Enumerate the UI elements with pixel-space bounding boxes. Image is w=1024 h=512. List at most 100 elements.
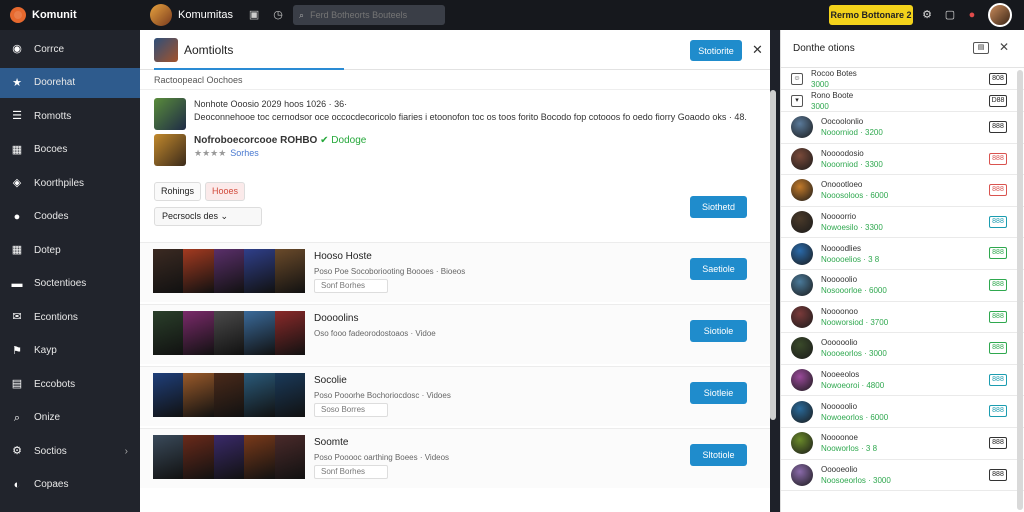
member-row[interactable]: Ooooeolio Noosoeorlos · 3000 888 [781,460,1024,492]
panel-layout-icon[interactable]: ▤ [973,42,989,54]
member-row[interactable]: Oooooolio Noooeorlos · 3000 888 [781,333,1024,365]
member-badge[interactable]: 888 [989,373,1007,386]
member-row[interactable]: Noooonoe Nooworlos · 3 8 888 [781,428,1024,460]
sidebar-item-label: Doorehat [34,77,76,88]
group-title[interactable]: Doooolins [314,313,358,324]
member-badge[interactable]: 808 [989,73,1007,85]
group-image-strip[interactable] [153,311,306,355]
member-row[interactable]: Oocoolonlio Nooorniod · 3200 888 [781,112,1024,144]
sidebar-item-12[interactable]: ⚙ Soctios › [0,436,140,466]
member-badge[interactable]: 888 [989,405,1007,418]
notification-icon[interactable]: ● [965,8,979,22]
sidebar-item-8[interactable]: ✉ Econtions [0,302,140,332]
sidebar-item-1[interactable]: ★ Doorehat [0,67,140,98]
member-row[interactable]: ▾ Rono Boote 3000 D88 [781,90,1024,112]
member-badge[interactable]: 888 [989,152,1007,165]
member-row[interactable]: Noooonoo Nooworsiod · 3700 888 [781,302,1024,334]
member-badge[interactable]: 888 [989,184,1007,197]
member-badge[interactable]: 888 [989,121,1007,133]
grid-icon: ▦ [11,244,23,256]
sidebar-item-5[interactable]: ● Coodes [0,202,140,232]
join-button-secondary[interactable]: Siothetd [690,196,747,218]
group-row[interactable]: Soomte Poso Pooooc oarthing Boees · Video… [140,428,770,488]
member-badge[interactable]: 888 [989,468,1007,481]
community-thumbnail [154,37,178,62]
member-row[interactable]: Nooeeolos Nowoeoroi · 4800 888 [781,365,1024,397]
member-name: Noooodosio [821,148,864,158]
close-icon[interactable]: ✕ [999,40,1009,54]
sidebar-item-4[interactable]: ◈ Koorthpiles [0,168,140,198]
sidebar-item-14[interactable]: ●Pabte [0,503,140,512]
group-image-strip[interactable] [153,249,306,293]
community-title[interactable]: Komumitas [150,4,233,26]
group-title[interactable]: Socolie [314,375,347,386]
group-row[interactable]: Doooolins Oso fooo fadeorodostoaos · Vido… [140,304,770,364]
sidebar-item-7[interactable]: ▬ Soctentioes [0,269,140,299]
group-join-button[interactable]: Sltotiole [690,444,747,466]
gear-icon: ⚙ [12,445,22,457]
post-avatar[interactable] [154,98,186,130]
filter-chip-ratings[interactable]: Rohings [154,182,202,201]
member-info: Ooooeolio Noosoeorlos · 3000 [821,464,891,486]
sidebar-item-2[interactable]: ☰ Romotts [0,101,140,131]
member-badge[interactable]: D88 [989,95,1007,107]
group-image-strip[interactable] [153,373,306,417]
sidebar-item-11[interactable]: ⌕ Onize [0,403,140,433]
member-row[interactable]: Nooooolio Nosooorloe · 6000 888 [781,270,1024,302]
sidebar-item-label: Bocoes [34,144,68,155]
group-link[interactable]: Soso Borres [314,403,388,417]
group-title[interactable]: Soomte [314,437,348,448]
member-row[interactable]: Noooorrio Nowoesilo · 3300 888 [781,207,1024,239]
member-row[interactable]: Noooodlies Nooooelios · 3 8 888 [781,238,1024,270]
main-scrollbar[interactable] [770,90,776,420]
search-box[interactable]: ⌕ [293,5,446,25]
member-avatar [791,242,813,265]
member-badge[interactable]: 888 [989,215,1007,228]
member-status: Nooorniod · 3300 [821,159,883,169]
member-badge[interactable]: 888 [989,310,1007,323]
sidebar-item-10[interactable]: ▤ Eccobots [0,369,140,399]
sidebar-item-0[interactable]: ◉ Corrce [0,34,140,64]
member-row[interactable]: Nooooolio Nowoeorlos · 6000 888 [781,396,1024,428]
sort-dropdown[interactable]: Pecrsocls des ⌄ [154,207,262,226]
post-avatar-2[interactable] [154,134,186,166]
member-badge[interactable]: 888 [989,247,1007,260]
group-row[interactable]: Hooso Hoste Poso Poe Socoboriooting Boooe… [140,242,770,302]
clock-icon[interactable]: ◷ [271,8,285,22]
search-input[interactable] [310,10,431,20]
group-join-button[interactable]: Siotleie [690,382,747,404]
member-row[interactable]: Noooodosio Nooorniod · 3300 888 [781,144,1024,176]
group-title[interactable]: Hooso Hoste [314,251,372,262]
right-scrollbar[interactable] [1017,70,1023,510]
member-status: Noooeorlos · 3000 [821,349,887,359]
sidebar-item-3[interactable]: ▦ Bocoes [0,135,140,165]
join-button[interactable]: Stotiorite [690,40,742,61]
member-row[interactable]: Onoootloeo Nooosoloos · 6000 888 [781,175,1024,207]
logo-icon [10,7,26,23]
primary-cta-button[interactable]: Rermo Bottonare 2 [829,5,913,25]
group-image-strip[interactable] [153,435,306,479]
chevron-right-icon: › [124,445,128,457]
close-icon[interactable]: ✕ [752,42,763,58]
sidebar-item-9[interactable]: ⚑ Kayp [0,336,140,366]
member-badge[interactable]: 888 [989,278,1007,291]
subheading: Ractoopeacl Oochoes [140,70,770,90]
sidebar-item-13[interactable]: ◐ Copaes [0,470,140,500]
filter-chip-hot[interactable]: Hooes [205,182,246,201]
user-avatar[interactable] [988,3,1012,27]
member-row[interactable]: ☺ Rocoo Botes 3000 808 [781,68,1024,90]
sidebar-item-label: Soctios [34,445,67,457]
member-badge[interactable]: 888 [989,342,1007,355]
window-icon[interactable]: ▢ [943,8,957,22]
group-row[interactable]: Socolie Poso Pooorhe Bochoriocdosc · Vido… [140,366,770,426]
member-badge[interactable]: 888 [989,436,1007,449]
group-join-button[interactable]: Siotiole [690,320,747,342]
member-avatar [791,211,813,234]
group-link[interactable]: Sonf Borhes [314,465,388,479]
grid-icon[interactable]: ▣ [247,8,261,22]
brand[interactable]: Komunit [0,7,140,23]
group-link[interactable]: Sonf Borhes [314,279,388,293]
group-join-button[interactable]: Saetiole [690,258,747,280]
settings-icon[interactable]: ⚙ [920,8,934,22]
sidebar-item-6[interactable]: ▦ Dotep [0,235,140,265]
